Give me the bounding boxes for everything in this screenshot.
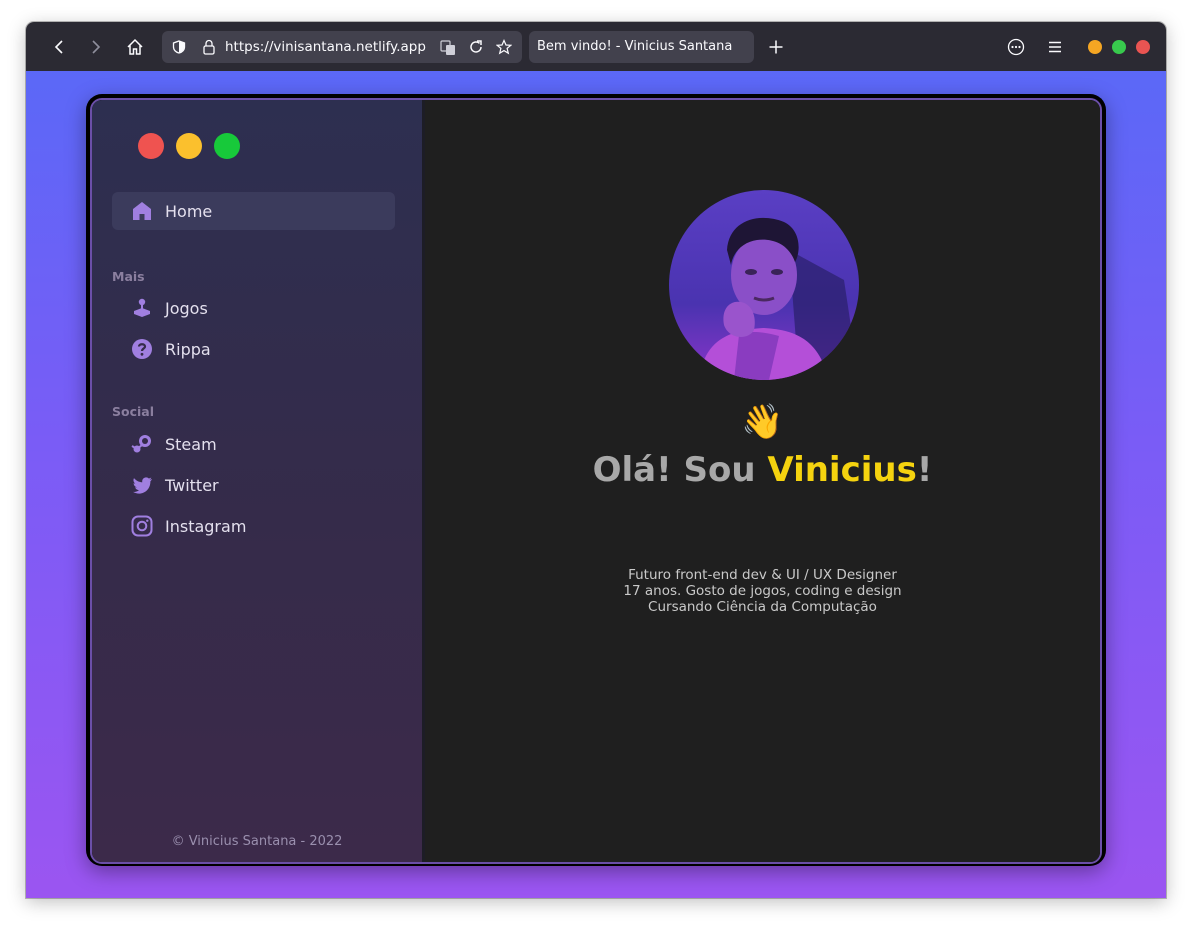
url-bar[interactable]: https://vinisantana.netlify.app (162, 31, 522, 63)
sidebar: Home Mais Jogos Rippa Social Steam Twitt… (92, 100, 425, 862)
back-icon (54, 40, 63, 54)
home-icon (127, 38, 143, 55)
new-tab-button[interactable] (764, 35, 788, 59)
sidebar-item-label: Jogos (165, 299, 208, 318)
url-text[interactable]: https://vinisantana.netlify.app (225, 39, 426, 55)
section-label-mais: Mais (112, 269, 145, 284)
translate-icon[interactable] (440, 40, 456, 56)
sidebar-item-label: Home (165, 202, 213, 221)
instagram-icon (131, 515, 153, 537)
profile-photo-image (669, 190, 859, 380)
gamepad-icon (134, 298, 150, 317)
app-window-frame: Home Mais Jogos Rippa Social Steam Twitt… (90, 98, 1102, 864)
sidebar-item-jogos[interactable]: Jogos (112, 289, 395, 327)
traffic-light-red[interactable] (138, 133, 164, 159)
sidebar-item-instagram[interactable]: Instagram (112, 507, 395, 545)
sidebar-item-steam[interactable]: Steam (112, 425, 395, 463)
tab-title: Bem vindo! - Vinicius Santana (537, 39, 733, 54)
sidebar-item-label: Twitter (165, 476, 219, 495)
plus-icon (769, 40, 783, 54)
menu-button[interactable] (1043, 35, 1067, 59)
section-label-social: Social (112, 404, 155, 419)
page-background: Home Mais Jogos Rippa Social Steam Twitt… (26, 71, 1166, 898)
wave-emoji: 👋 (741, 402, 784, 442)
sidebar-item-rippa[interactable]: Rippa (112, 330, 395, 368)
bio-line: 17 anos. Gosto de jogos, coding e design (623, 583, 902, 599)
sidebar-item-label: Rippa (165, 340, 211, 359)
maximize-button[interactable] (1112, 40, 1126, 54)
greeting-heading: Olá! Sou Vinicius! (425, 450, 1100, 490)
reload-icon[interactable] (468, 39, 484, 55)
greeting-suffix: ! (916, 450, 933, 490)
bio-line: Futuro front-end dev & UI / UX Designer (628, 567, 897, 583)
minimize-button[interactable] (1088, 40, 1102, 54)
close-button[interactable] (1136, 40, 1150, 54)
extensions-button[interactable] (1004, 35, 1028, 59)
sidebar-item-home[interactable]: Home (112, 192, 395, 230)
sidebar-item-twitter[interactable]: Twitter (112, 466, 395, 504)
lock-icon[interactable] (202, 39, 216, 55)
app-window: Home Mais Jogos Rippa Social Steam Twitt… (86, 94, 1106, 866)
traffic-light-green[interactable] (214, 133, 240, 159)
back-button[interactable] (48, 35, 72, 59)
browser-toolbar: https://vinisantana.netlify.app Bem vind… (26, 22, 1166, 71)
footer-copyright: © Vinicius Santana - 2022 (171, 834, 343, 849)
greeting-prefix: Olá! Sou (592, 450, 768, 490)
shield-icon[interactable] (172, 40, 186, 54)
more-circle-icon (1007, 38, 1025, 56)
forward-button[interactable] (83, 35, 107, 59)
forward-icon (92, 40, 101, 54)
bookmark-star-icon[interactable] (496, 39, 512, 55)
twitter-icon (133, 477, 152, 494)
question-icon (132, 339, 152, 359)
steam-icon (131, 435, 151, 453)
sidebar-item-label: Steam (165, 435, 217, 454)
browser-tab[interactable]: Bem vindo! - Vinicius Santana (529, 31, 754, 63)
traffic-light-yellow[interactable] (176, 133, 202, 159)
home-button[interactable] (123, 35, 147, 59)
profile-avatar (669, 190, 859, 380)
main-content: 👋 Olá! Sou Vinicius! Futuro front-end de… (425, 100, 1100, 862)
browser-window: https://vinisantana.netlify.app Bem vind… (26, 22, 1166, 898)
bio-text: Futuro front-end dev & UI / UX Designer … (425, 567, 1100, 615)
home-icon (133, 202, 151, 220)
sidebar-item-label: Instagram (165, 517, 247, 536)
bio-line: Cursando Ciência da Computação (648, 599, 877, 615)
hamburger-icon (1049, 41, 1061, 53)
greeting-name: Vinicius (767, 450, 917, 490)
